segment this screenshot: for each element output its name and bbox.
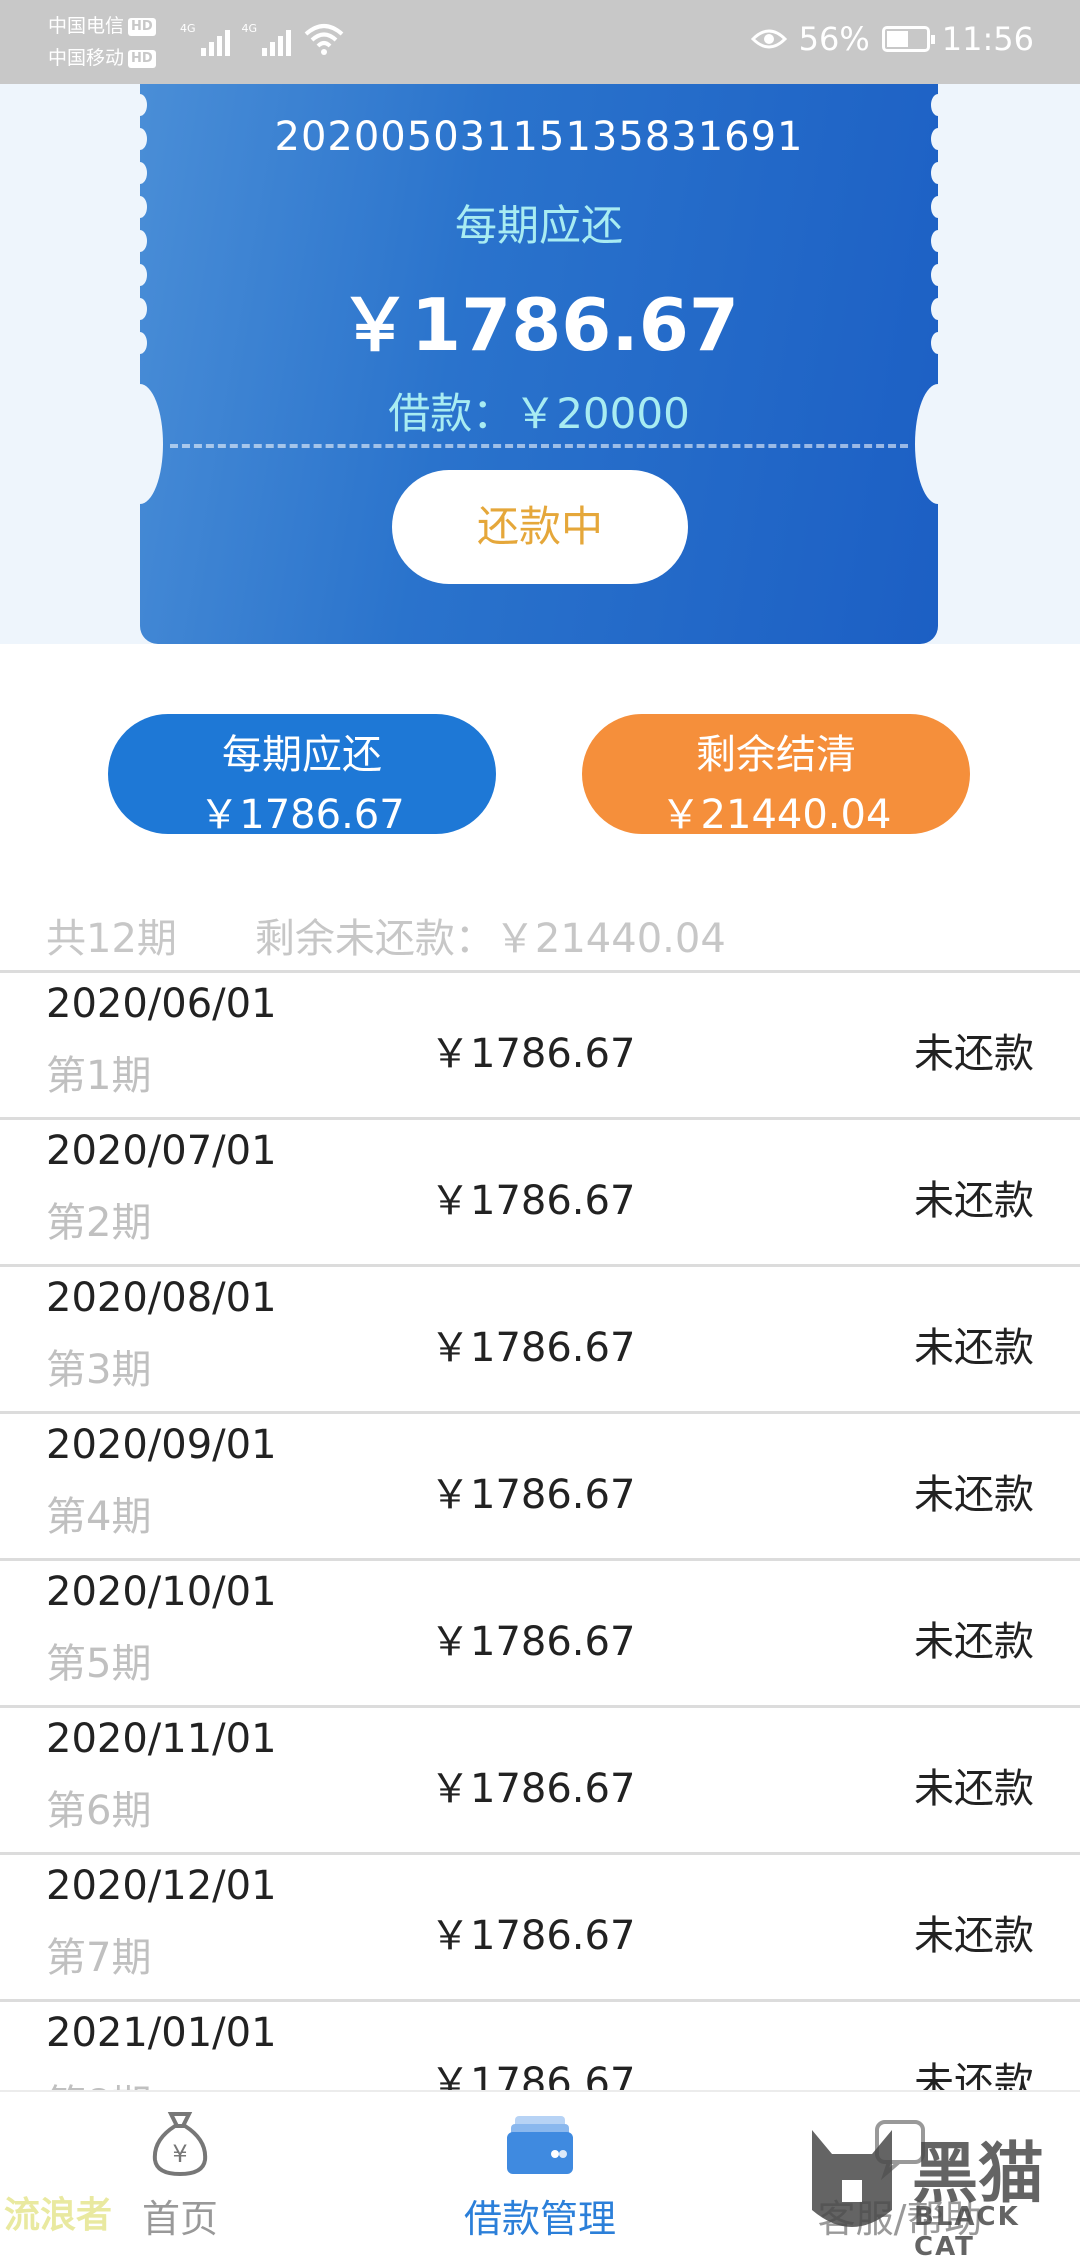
per-period-button[interactable]: 每期应还 ￥1786.67 [108, 714, 496, 838]
schedule-row[interactable]: 2020/06/01 第1期 ￥1786.67 未还款 [0, 970, 1080, 1117]
per-period-button-title: 每期应还 [222, 732, 382, 778]
signal-strength-icon: 4G [180, 22, 230, 56]
period-number: 第5期 [46, 1641, 152, 1687]
early-payoff-button-title: 剩余结清 [696, 732, 856, 778]
early-payoff-button[interactable]: 剩余结清 ￥21440.04 [582, 714, 970, 838]
payment-state: 未还款 [914, 1325, 1034, 1371]
clock: 11:56 [941, 20, 1034, 58]
tab-loan-management-label: 借款管理 [463, 2197, 616, 2241]
black-cat-watermark: 黑猫 BLACK CAT [802, 2120, 1074, 2262]
battery-percent: 56% [798, 20, 870, 58]
order-number: 20200503115135831691 [274, 114, 804, 160]
due-date: 2020/09/01 [46, 1422, 277, 1468]
payment-state: 未还款 [914, 1619, 1034, 1665]
due-date: 2020/07/01 [46, 1128, 277, 1174]
wifi-icon [304, 24, 344, 55]
period-number: 第6期 [46, 1788, 152, 1834]
tab-loan-management[interactable]: 借款管理 [360, 2092, 720, 2246]
period-number: 第3期 [46, 1347, 152, 1393]
payment-state: 未还款 [914, 1472, 1034, 1518]
due-date: 2020/11/01 [46, 1716, 277, 1762]
period-number: 第1期 [46, 1053, 152, 1099]
carrier-2: 中国移动 [48, 47, 125, 69]
total-periods: 共12期 [46, 916, 177, 962]
due-date: 2020/12/01 [46, 1863, 277, 1909]
due-date: 2020/06/01 [46, 981, 277, 1027]
installment-amount: ￥1786.67 [430, 1913, 636, 1959]
schedule-row[interactable]: 2020/12/01 第7期 ￥1786.67 未还款 [0, 1852, 1080, 1999]
due-date: 2020/10/01 [46, 1569, 277, 1615]
money-bag-icon: ¥ [152, 2112, 208, 2177]
payment-state: 未还款 [914, 1913, 1034, 1959]
due-date: 2020/08/01 [46, 1275, 277, 1321]
watermark-left: 流浪者 [4, 2195, 113, 2236]
installment-amount: ￥1786.67 [430, 1178, 636, 1224]
card-divider [170, 444, 908, 448]
loan-card: 20200503115135831691 每期应还 ￥1786.67 借款：￥2… [117, 84, 961, 644]
payment-state: 未还款 [914, 1766, 1034, 1812]
svg-text:¥: ¥ [172, 2140, 187, 2168]
remaining-balance: 剩余未还款：￥21440.04 [254, 916, 726, 962]
period-number: 第4期 [46, 1494, 152, 1540]
loan-amount: 借款：￥20000 [388, 389, 690, 438]
installment-amount: ￥1786.67 [430, 1031, 636, 1077]
watermark-brand-en: BLACK CAT [914, 2202, 1020, 2262]
eye-comfort-icon [750, 29, 787, 49]
carrier-info: 中国电信 HD 中国移动 HD [48, 10, 156, 74]
repayment-status-badge[interactable]: 还款中 [392, 470, 688, 584]
per-period-button-amount: ￥1786.67 [199, 792, 405, 838]
per-period-amount: ￥1786.67 [339, 283, 739, 367]
signal-indicators: 4G 4G [180, 22, 345, 56]
period-number: 第7期 [46, 1935, 152, 1981]
payment-state: 未还款 [914, 1031, 1034, 1077]
wallet-icon [507, 2116, 573, 2174]
repayment-schedule-list: 2020/06/01 第1期 ￥1786.67 未还款 2020/07/01 第… [0, 970, 1080, 2146]
installment-amount: ￥1786.67 [430, 1472, 636, 1518]
status-bar: 中国电信 HD 中国移动 HD 4G 4G 56% 11:56 [0, 0, 1080, 84]
schedule-row[interactable]: 2020/07/01 第2期 ￥1786.67 未还款 [0, 1117, 1080, 1264]
hd-badge: HD [128, 49, 156, 68]
schedule-row[interactable]: 2020/10/01 第5期 ￥1786.67 未还款 [0, 1558, 1080, 1705]
cat-logo-icon [812, 2130, 892, 2227]
schedule-row[interactable]: 2020/09/01 第4期 ￥1786.67 未还款 [0, 1411, 1080, 1558]
carrier-1: 中国电信 [48, 15, 125, 37]
signal-strength-icon: 4G [242, 22, 292, 56]
schedule-summary: 共12期 剩余未还款：￥21440.04 [46, 906, 726, 964]
battery-level [886, 31, 909, 47]
installment-amount: ￥1786.67 [430, 1325, 636, 1371]
battery-icon [881, 26, 935, 52]
payment-state: 未还款 [914, 1178, 1034, 1224]
period-number: 第2期 [46, 1200, 152, 1246]
per-period-label: 每期应还 [454, 201, 623, 250]
due-date: 2021/01/01 [46, 2010, 277, 2056]
schedule-row[interactable]: 2020/11/01 第6期 ￥1786.67 未还款 [0, 1705, 1080, 1852]
schedule-row[interactable]: 2020/08/01 第3期 ￥1786.67 未还款 [0, 1264, 1080, 1411]
hd-badge: HD [128, 17, 156, 36]
installment-amount: ￥1786.67 [430, 1619, 636, 1665]
installment-amount: ￥1786.67 [430, 1766, 636, 1812]
early-payoff-button-amount: ￥21440.04 [660, 792, 892, 838]
